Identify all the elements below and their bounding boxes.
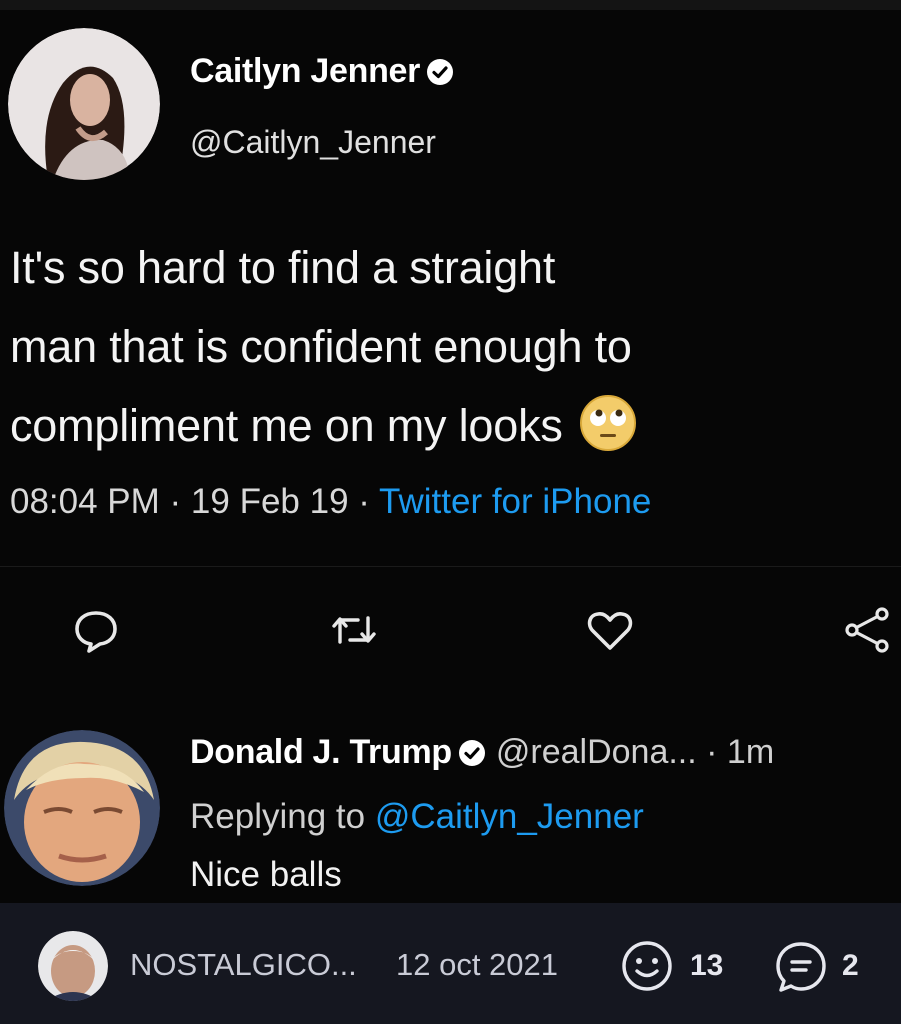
post-date: 12 oct 2021 (396, 947, 559, 982)
verified-badge-icon (458, 737, 486, 767)
verified-badge-icon (426, 56, 454, 86)
tweet-text-line: compliment me on my looks (10, 386, 895, 465)
tweet-text: It's so hard to find a straight man that… (10, 228, 895, 465)
comment-button[interactable] (773, 939, 829, 995)
caitlyn-avatar[interactable] (8, 28, 160, 180)
smiley-icon (622, 941, 672, 991)
divider (0, 566, 901, 567)
author-handle[interactable]: @Caitlyn_Jenner (190, 124, 436, 161)
tweet-time: 08:04 PM (10, 482, 160, 521)
retweet-icon (332, 616, 376, 644)
reply-text: Nice balls (190, 855, 342, 894)
tweet-text-line: It's so hard to find a straight (10, 242, 556, 293)
top-bar (0, 0, 901, 10)
reply-author-handle[interactable]: @realDona... (496, 733, 697, 771)
tweet-source[interactable]: Twitter for iPhone (379, 482, 651, 521)
comment-bubble-icon (776, 942, 826, 992)
poster-username[interactable]: NOSTALGICO... (130, 947, 357, 983)
replying-to: Replying to @Caitlyn_Jenner (190, 797, 644, 836)
comment-count: 2 (842, 949, 859, 982)
meta-separator: · (159, 482, 191, 521)
reaction-count: 13 (690, 949, 724, 982)
share-button[interactable] (842, 604, 890, 656)
tweet-meta: 08:04 PM · 19 Feb 19 · Twitter for iPhon… (10, 482, 651, 522)
share-icon (845, 607, 889, 653)
poster-avatar[interactable] (38, 931, 108, 1001)
reaction-button[interactable] (620, 939, 674, 993)
reply-button[interactable] (70, 604, 122, 656)
rolling-eyes-emoji-icon (579, 394, 637, 452)
tweet-date: 19 Feb 19 (190, 482, 349, 521)
tweet-text-line: man that is confident enough to (10, 321, 632, 372)
reply-icon (75, 611, 117, 653)
reply-time: · 1m (706, 733, 775, 771)
like-button[interactable] (584, 604, 636, 656)
heart-icon (587, 612, 633, 650)
reply-header: Donald J. Trump @realDona... · 1m (190, 733, 774, 772)
retweet-button[interactable] (328, 604, 380, 656)
trump-avatar[interactable] (4, 730, 160, 886)
replying-to-mention[interactable]: @Caitlyn_Jenner (375, 797, 644, 836)
reply-author-name[interactable]: Donald J. Trump (190, 733, 452, 771)
meta-separator: · (348, 482, 380, 521)
author-name[interactable]: Caitlyn Jenner (190, 52, 454, 91)
